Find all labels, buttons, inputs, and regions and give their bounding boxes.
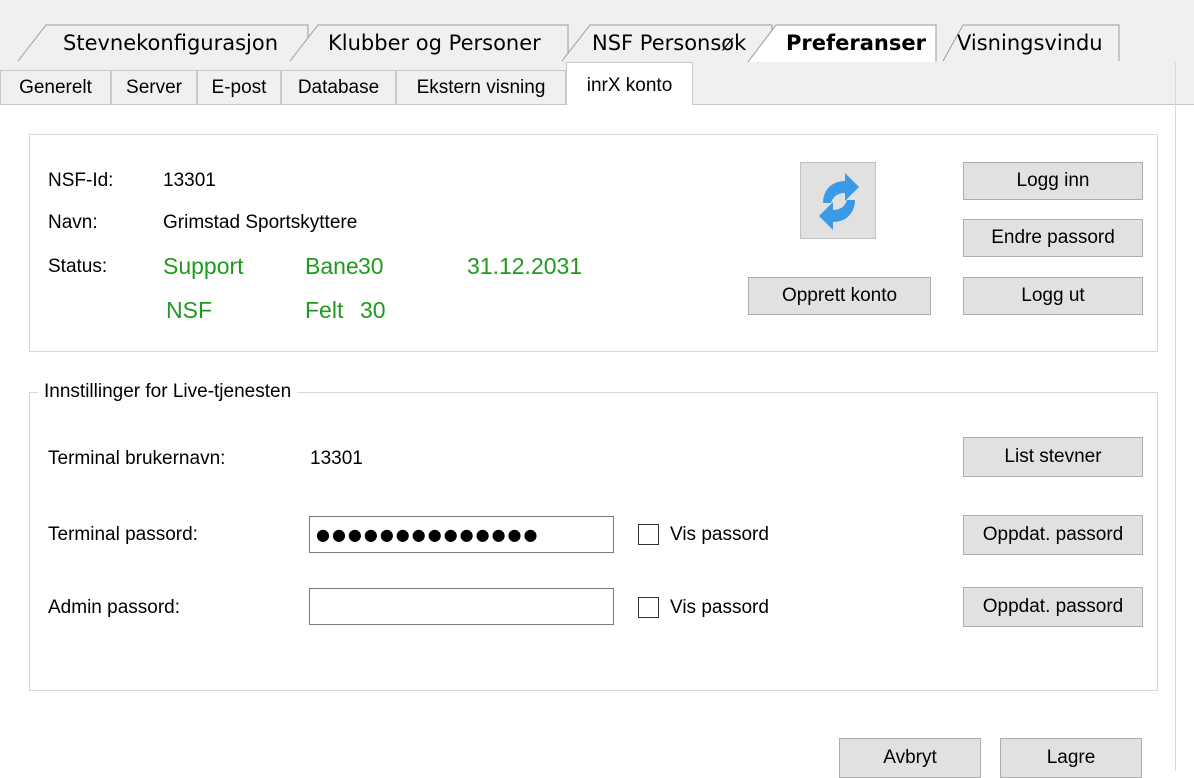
update-admin-password-button[interactable]: Oppdat. passord [963, 587, 1143, 627]
tab-label: Stevnekonfigurasjon [63, 31, 279, 55]
tab-nsf-personsok[interactable]: NSF Personsøk [561, 24, 773, 62]
tab-klubber-og-personer[interactable]: Klubber og Personer [289, 24, 569, 62]
update-terminal-password-button[interactable]: Oppdat. passord [963, 515, 1143, 555]
lagre-button[interactable]: Lagre [1000, 738, 1142, 778]
show-admin-password-checkbox[interactable] [638, 597, 659, 618]
terminal-username-value: 13301 [310, 448, 363, 469]
tab-stevnekonfigurasjon[interactable]: Stevnekonfigurasjon [17, 24, 309, 62]
nsf-id-value: 13301 [163, 170, 216, 191]
opprett-konto-button[interactable]: Opprett konto [748, 277, 931, 315]
tab-preferanser[interactable]: Preferanser [747, 24, 944, 63]
show-terminal-password-label: Vis passord [670, 524, 769, 545]
navn-value: Grimstad Sportskyttere [163, 212, 358, 233]
terminal-username-label: Terminal brukernavn: [48, 448, 226, 469]
terminal-password-field[interactable]: ●●●●●●●●●●●●●● [309, 516, 614, 553]
tab-visningsvindu[interactable]: Visningsvindu [942, 24, 1120, 62]
tab-label: Visningsvindu [957, 31, 1103, 55]
tab-label: NSF Personsøk [592, 31, 747, 55]
subtab-server[interactable]: Server [111, 70, 197, 104]
status-nsf: NSF [166, 297, 212, 323]
status-felt: Felt [305, 297, 344, 323]
subtab-ekstern-visning[interactable]: Ekstern visning [396, 70, 566, 104]
status-felt-value: 30 [360, 297, 386, 323]
status-date: 31.12.2031 [467, 253, 583, 279]
live-settings-legend: Innstillinger for Live-tjenesten [38, 381, 298, 403]
status-support: Support [163, 253, 244, 279]
panel-border [1175, 62, 1176, 771]
terminal-password-label: Terminal passord: [48, 524, 198, 545]
endre-passord-button[interactable]: Endre passord [963, 219, 1143, 257]
status-bane-value: 30 [358, 253, 384, 279]
logg-ut-button[interactable]: Logg ut [963, 277, 1143, 315]
refresh-icon [819, 173, 859, 230]
tab-label: Preferanser [786, 31, 926, 55]
subtab-generelt[interactable]: Generelt [0, 70, 111, 104]
list-stevner-button[interactable]: List stevner [963, 437, 1143, 477]
tab-label: Klubber og Personer [328, 31, 541, 55]
navn-label: Navn: [48, 212, 98, 233]
refresh-button[interactable] [800, 162, 876, 239]
admin-password-field[interactable] [309, 588, 614, 625]
nsf-id-label: NSF-Id: [48, 170, 114, 191]
subtab-e-post[interactable]: E-post [197, 70, 281, 104]
logg-inn-button[interactable]: Logg inn [963, 162, 1143, 200]
status-label: Status: [48, 256, 108, 277]
show-admin-password-label: Vis passord [670, 597, 769, 618]
avbryt-button[interactable]: Avbryt [839, 738, 981, 778]
subtab-database[interactable]: Database [281, 70, 396, 104]
subtab-inrx-konto[interactable]: inrX konto [566, 62, 693, 105]
admin-password-label: Admin passord: [48, 597, 181, 618]
status-bane: Bane [305, 253, 359, 279]
show-terminal-password-checkbox[interactable] [638, 524, 659, 545]
